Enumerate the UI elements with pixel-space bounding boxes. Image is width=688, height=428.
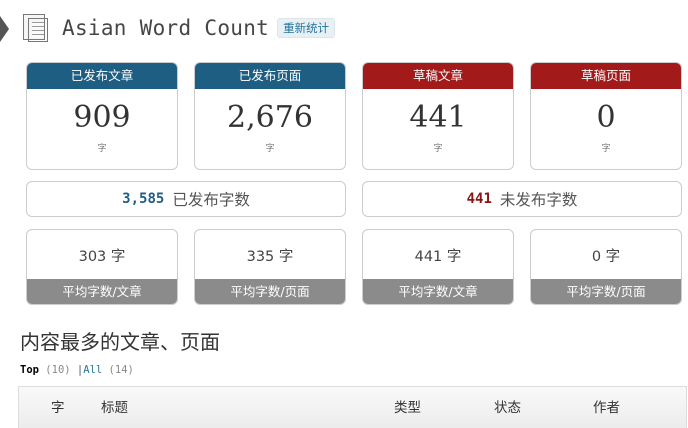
filter-all-link[interactable]: All	[83, 364, 102, 376]
average-value: 303 字	[78, 249, 126, 265]
average-card: 335 字 平均字数/页面	[194, 229, 346, 305]
recount-button[interactable]: 重新统计	[277, 18, 336, 38]
stat-card-label: 草稿页面	[531, 63, 681, 89]
column-header-type[interactable]: 类型	[394, 396, 421, 416]
average-card: 303 字 平均字数/文章	[26, 229, 178, 305]
total-unpublished-value: 441	[466, 191, 492, 207]
filter-top-count: (10)	[45, 364, 71, 376]
stat-card-draft-posts: 草稿文章 441 字	[362, 62, 514, 170]
average-label: 平均字数/文章	[363, 279, 513, 304]
total-unpublished-label: 未发布字数	[499, 191, 578, 209]
stat-card-value: 441	[409, 100, 467, 135]
total-published-label: 已发布字数	[172, 191, 250, 209]
total-unpublished: 441 未发布字数	[362, 181, 682, 217]
filter-links: Top (10) |All (14)	[20, 364, 134, 376]
page-header: Asian Word Count 重新统计	[22, 12, 336, 44]
stat-card-value: 0	[596, 100, 616, 135]
filter-top-link[interactable]: Top	[20, 364, 39, 376]
total-published-value: 3,585	[122, 191, 165, 207]
stat-card-unit: 字	[97, 144, 107, 154]
stat-card-label: 已发布页面	[195, 63, 345, 89]
column-header-title[interactable]: 标题	[101, 396, 128, 416]
page-title: Asian Word Count	[62, 16, 270, 40]
average-label: 平均字数/文章	[27, 279, 177, 304]
average-value: 335 字	[246, 249, 294, 265]
stat-card-unit: 字	[601, 144, 611, 154]
average-card: 0 字 平均字数/页面	[530, 229, 682, 305]
average-card: 441 字 平均字数/文章	[362, 229, 514, 305]
stat-card-value: 2,676	[227, 100, 313, 135]
document-pages-icon	[22, 13, 50, 43]
stat-card-unit: 字	[265, 144, 275, 154]
stat-card-published-pages: 已发布页面 2,676 字	[194, 62, 346, 170]
stat-card-draft-pages: 草稿页面 0 字	[530, 62, 682, 170]
average-label: 平均字数/页面	[531, 279, 681, 304]
column-header-author[interactable]: 作者	[593, 396, 620, 416]
section-title: 内容最多的文章、页面	[20, 330, 220, 354]
filter-all-count: (14)	[108, 364, 134, 376]
content-table: 字 标题 类型 状态 作者	[18, 386, 687, 428]
arrow-pointer-icon	[0, 16, 9, 42]
average-value: 441 字	[414, 249, 462, 265]
column-header-words[interactable]: 字	[51, 396, 65, 416]
column-header-status[interactable]: 状态	[494, 396, 521, 416]
stat-card-published-posts: 已发布文章 909 字	[26, 62, 178, 170]
stat-card-label: 已发布文章	[27, 63, 177, 89]
stat-card-unit: 字	[433, 144, 443, 154]
average-label: 平均字数/页面	[195, 279, 345, 304]
average-value: 0 字	[591, 249, 621, 265]
total-published: 3,585 已发布字数	[26, 181, 346, 217]
stat-card-label: 草稿文章	[363, 63, 513, 89]
stat-card-value: 909	[73, 100, 131, 135]
